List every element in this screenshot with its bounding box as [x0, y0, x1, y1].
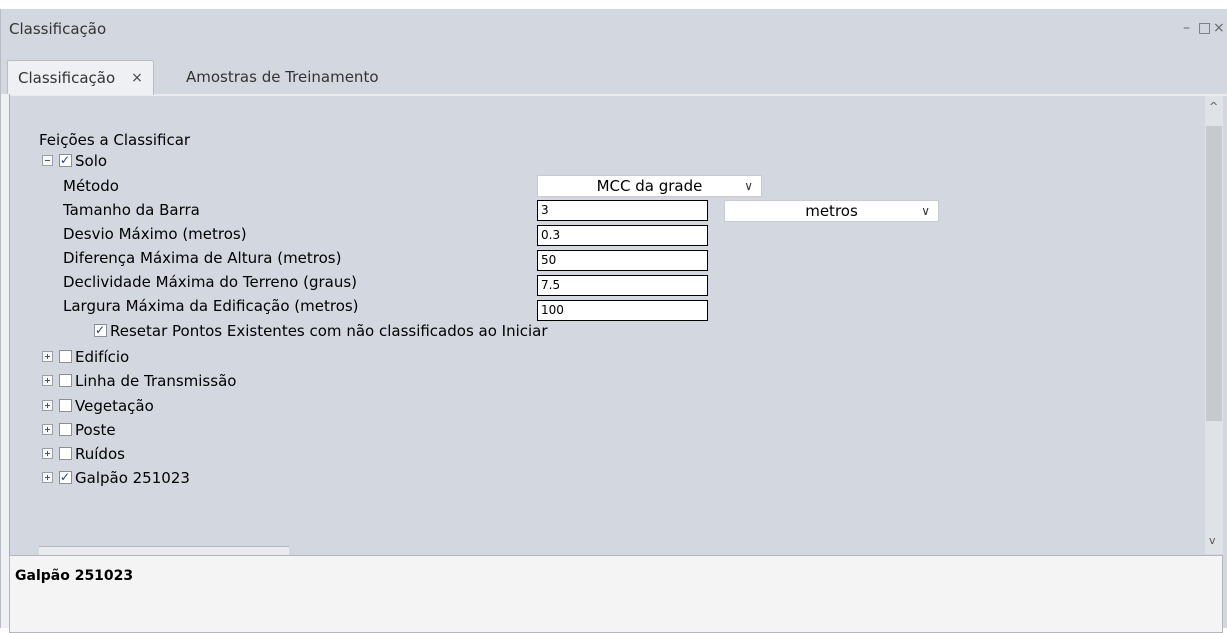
largura-input[interactable]: 100: [537, 300, 708, 321]
desvio-input[interactable]: 0.3: [537, 225, 708, 246]
tree-item-edificio[interactable]: Edifício: [42, 347, 129, 367]
tree-item-label: Linha de Transmissão: [75, 372, 237, 390]
maximize-button[interactable]: □: [1198, 20, 1211, 36]
tree-item-label: Solo: [75, 152, 108, 170]
tab-label: Classificação: [18, 69, 116, 87]
expand-icon[interactable]: [42, 375, 53, 386]
desvio-label: Desvio Máximo (metros): [63, 225, 247, 243]
close-tab-icon[interactable]: ×: [131, 70, 143, 86]
scroll-down-icon[interactable]: v: [1209, 534, 1216, 547]
expand-icon[interactable]: [42, 351, 53, 362]
resetar-checkbox[interactable]: [94, 320, 107, 340]
tree-item-label: Poste: [75, 421, 116, 439]
largura-label: Largura Máxima da Edificação (metros): [63, 297, 359, 315]
tamanho-input[interactable]: 3: [537, 200, 708, 221]
linha-checkbox[interactable]: [59, 374, 72, 387]
collapse-icon[interactable]: [42, 155, 53, 166]
tab-classificacao[interactable]: Classificação ×: [7, 60, 154, 95]
chevron-down-icon: ∨: [921, 204, 930, 218]
tree-item-linha-de-transmissao[interactable]: Linha de Transmissão: [42, 371, 236, 391]
tamanho-label: Tamanho da Barra: [63, 201, 200, 219]
galpao-checkbox[interactable]: [59, 467, 72, 487]
pane-bottom-strip: [39, 546, 289, 555]
scroll-up-icon[interactable]: ^: [1209, 100, 1218, 113]
expand-icon[interactable]: [42, 472, 53, 483]
declividade-input[interactable]: 7.5: [537, 275, 708, 296]
metodo-value: MCC da grade: [596, 177, 703, 195]
window-title: Classificação: [9, 20, 107, 38]
tab-strip: Classificação × Amostras de Treinamento: [1, 49, 1227, 96]
tree-item-vegetacao[interactable]: Vegetação: [42, 396, 154, 416]
chevron-down-icon: ∨: [744, 179, 753, 193]
vegetacao-checkbox[interactable]: [59, 399, 72, 412]
poste-checkbox[interactable]: [59, 423, 72, 436]
scroll-thumb[interactable]: [1206, 126, 1222, 421]
minimize-button[interactable]: –: [1183, 20, 1190, 36]
vertical-scrollbar[interactable]: ^ v: [1205, 96, 1223, 554]
tree-heading: Feições a Classificar: [39, 131, 191, 149]
metodo-label: Método: [63, 177, 119, 195]
tree-item-label: Edifício: [75, 348, 130, 366]
description-title: Galpão 251023: [15, 568, 134, 584]
solo-checkbox[interactable]: [59, 150, 72, 170]
resetar-label: Resetar Pontos Existentes com não classi…: [110, 322, 548, 340]
feature-tree-pane: Feições a Classificar Solo Método MCC da…: [9, 96, 1206, 545]
tab-label: Amostras de Treinamento: [186, 68, 379, 86]
expand-icon[interactable]: [42, 448, 53, 459]
description-panel: Galpão 251023: [9, 555, 1223, 633]
tree-item-label: Vegetação: [75, 397, 154, 415]
ruidos-checkbox[interactable]: [59, 447, 72, 460]
edificio-checkbox[interactable]: [59, 350, 72, 363]
unit-dropdown[interactable]: metros ∨: [724, 200, 939, 222]
declividade-label: Declividade Máxima do Terreno (graus): [63, 273, 358, 291]
close-window-button[interactable]: ×: [1213, 20, 1225, 36]
diferenca-input[interactable]: 50: [537, 250, 708, 271]
tree-item-poste[interactable]: Poste: [42, 420, 116, 440]
tree-item-galpao[interactable]: Galpão 251023: [42, 467, 190, 488]
tree-item-label: Galpão 251023: [75, 469, 190, 487]
expand-icon[interactable]: [42, 424, 53, 435]
resetar-option[interactable]: Resetar Pontos Existentes com não classi…: [94, 320, 548, 341]
diferenca-label: Diferença Máxima de Altura (metros): [63, 249, 342, 267]
expand-icon[interactable]: [42, 400, 53, 411]
tab-amostras-de-treinamento[interactable]: Amostras de Treinamento: [176, 60, 389, 94]
tree-item-solo[interactable]: Solo: [42, 150, 108, 171]
tree-item-ruidos[interactable]: Ruídos: [42, 444, 125, 464]
unit-value: metros: [805, 202, 858, 220]
classification-window: Classificação – □ × Classificação × Amos…: [0, 9, 1227, 633]
metodo-dropdown[interactable]: MCC da grade ∨: [537, 175, 762, 197]
tree-item-label: Ruídos: [75, 445, 125, 463]
title-bar: Classificação – □ ×: [1, 9, 1227, 49]
